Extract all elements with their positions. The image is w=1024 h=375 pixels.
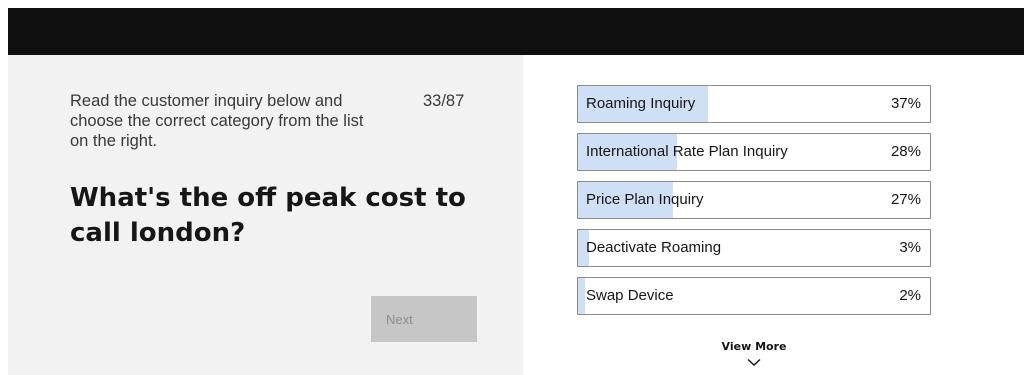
view-more-label: View More <box>721 340 787 353</box>
category-label: International Rate Plan Inquiry <box>586 143 788 160</box>
category-option-deactivate-roaming[interactable]: Deactivate Roaming 3% <box>577 229 931 267</box>
chevron-down-icon <box>747 358 761 367</box>
category-option-price-plan-inquiry[interactable]: Price Plan Inquiry 27% <box>577 181 931 219</box>
instructions-text: Read the customer inquiry below and choo… <box>70 92 364 150</box>
category-percent: 37% <box>890 95 921 112</box>
category-option-roaming-inquiry[interactable]: Roaming Inquiry 37% <box>577 85 931 123</box>
top-bar <box>8 8 1024 55</box>
category-percent: 3% <box>899 239 921 256</box>
category-percent: 27% <box>890 191 921 208</box>
category-option-international-rate-plan-inquiry[interactable]: International Rate Plan Inquiry 28% <box>577 133 931 171</box>
question-panel: Read the customer inquiry below and choo… <box>8 55 523 375</box>
percent-bar <box>578 278 586 314</box>
category-percent: 28% <box>890 143 921 160</box>
customer-inquiry: What's the off peak cost to call london? <box>70 183 466 248</box>
category-label: Swap Device <box>586 287 674 304</box>
next-button[interactable]: Next <box>371 296 477 342</box>
category-label: Roaming Inquiry <box>586 95 696 112</box>
category-percent: 2% <box>899 287 921 304</box>
view-more-button[interactable]: View More <box>704 340 804 367</box>
category-list: Roaming Inquiry 37% International Rate P… <box>577 85 931 325</box>
category-option-swap-device[interactable]: Swap Device 2% <box>577 277 931 315</box>
category-label: Price Plan Inquiry <box>586 191 704 208</box>
category-label: Deactivate Roaming <box>586 239 722 256</box>
question-counter: 33/87 <box>423 92 465 110</box>
